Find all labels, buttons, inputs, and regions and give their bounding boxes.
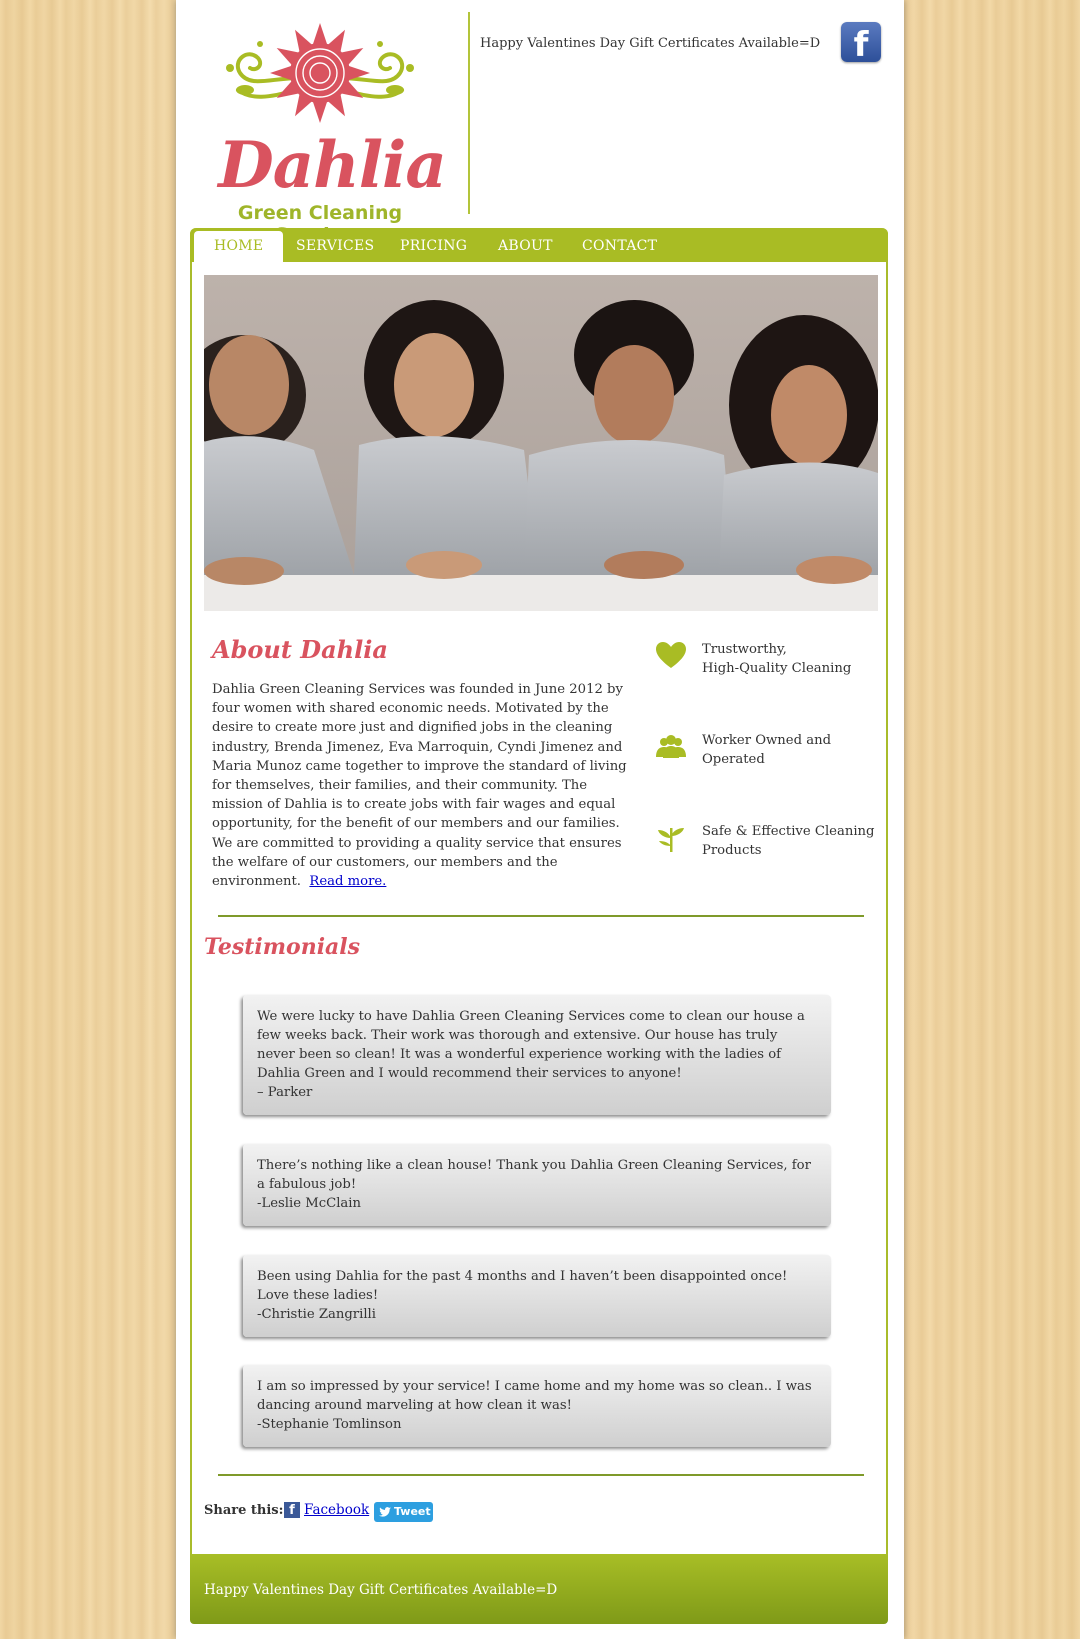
testimonial-text: Been using Dahlia for the past 4 months …: [257, 1269, 788, 1303]
nav-about[interactable]: ABOUT: [498, 228, 553, 262]
facebook-share-link[interactable]: Facebook: [304, 1502, 369, 1518]
header-divider: [468, 12, 470, 214]
testimonial-text: We were lucky to have Dahlia Green Clean…: [257, 1009, 805, 1081]
feature-text-line1: Worker Owned and: [702, 733, 832, 748]
feature-text-line1: Trustworthy,: [702, 642, 787, 657]
share-label: Share this:: [204, 1503, 284, 1518]
footer: Happy Valentines Day Gift Certificates A…: [190, 1554, 888, 1624]
read-more-link[interactable]: Read more.: [309, 874, 386, 889]
feature-text-line1: Safe & Effective Cleaning: [702, 824, 875, 839]
tweet-button[interactable]: Tweet: [374, 1502, 433, 1522]
about-title: About Dahlia: [212, 635, 388, 664]
main-nav: HOME SERVICES PRICING ABOUT CONTACT: [190, 228, 888, 262]
page-container: Dahlia Green Cleaning Services Happy Val…: [176, 0, 904, 1639]
facebook-share-icon[interactable]: f: [284, 1502, 300, 1518]
testimonials-title: Testimonials: [204, 934, 361, 960]
site-logo[interactable]: Dahlia Green Cleaning Services: [200, 18, 447, 246]
testimonial-text: There’s nothing like a clean house! Than…: [257, 1158, 811, 1192]
feature-text-line2: Products: [702, 843, 762, 858]
testimonial-card: Been using Dahlia for the past 4 months …: [243, 1255, 831, 1337]
tweet-label: Tweet: [394, 1505, 431, 1518]
nav-services[interactable]: SERVICES: [296, 228, 374, 262]
feature-text-line2: Operated: [702, 752, 765, 767]
footer-announcement: Happy Valentines Day Gift Certificates A…: [204, 1582, 558, 1598]
testimonial-author: – Parker: [257, 1085, 313, 1100]
sprout-icon: [658, 828, 684, 852]
twitter-bird-icon: [379, 1507, 391, 1517]
testimonial-text: I am so impressed by your service! I cam…: [257, 1379, 812, 1413]
section-divider: [218, 1474, 864, 1476]
testimonial-card: There’s nothing like a clean house! Than…: [243, 1144, 831, 1226]
testimonial-author: -Leslie McClain: [257, 1196, 361, 1211]
section-divider: [218, 915, 864, 917]
team-photo: [204, 275, 878, 611]
heart-icon: [656, 642, 686, 668]
people-icon: [656, 735, 686, 758]
nav-home[interactable]: HOME: [194, 231, 284, 262]
about-body-text: Dahlia Green Cleaning Services was found…: [212, 682, 627, 890]
nav-pricing[interactable]: PRICING: [400, 228, 467, 262]
logo-wordmark: Dahlia: [218, 128, 447, 203]
testimonial-card: I am so impressed by your service! I cam…: [243, 1365, 831, 1447]
dahlia-flower-logo-icon: [226, 23, 414, 123]
testimonial-card: We were lucky to have Dahlia Green Clean…: [243, 995, 831, 1115]
about-body: Dahlia Green Cleaning Services was found…: [212, 680, 636, 891]
facebook-icon[interactable]: f: [841, 22, 881, 65]
header-announcement: Happy Valentines Day Gift Certificates A…: [480, 36, 821, 51]
feature-text-line2: High-Quality Cleaning: [702, 661, 852, 676]
testimonial-author: -Stephanie Tomlinson: [257, 1417, 402, 1432]
testimonial-author: -Christie Zangrilli: [257, 1307, 376, 1322]
nav-contact[interactable]: CONTACT: [582, 228, 657, 262]
